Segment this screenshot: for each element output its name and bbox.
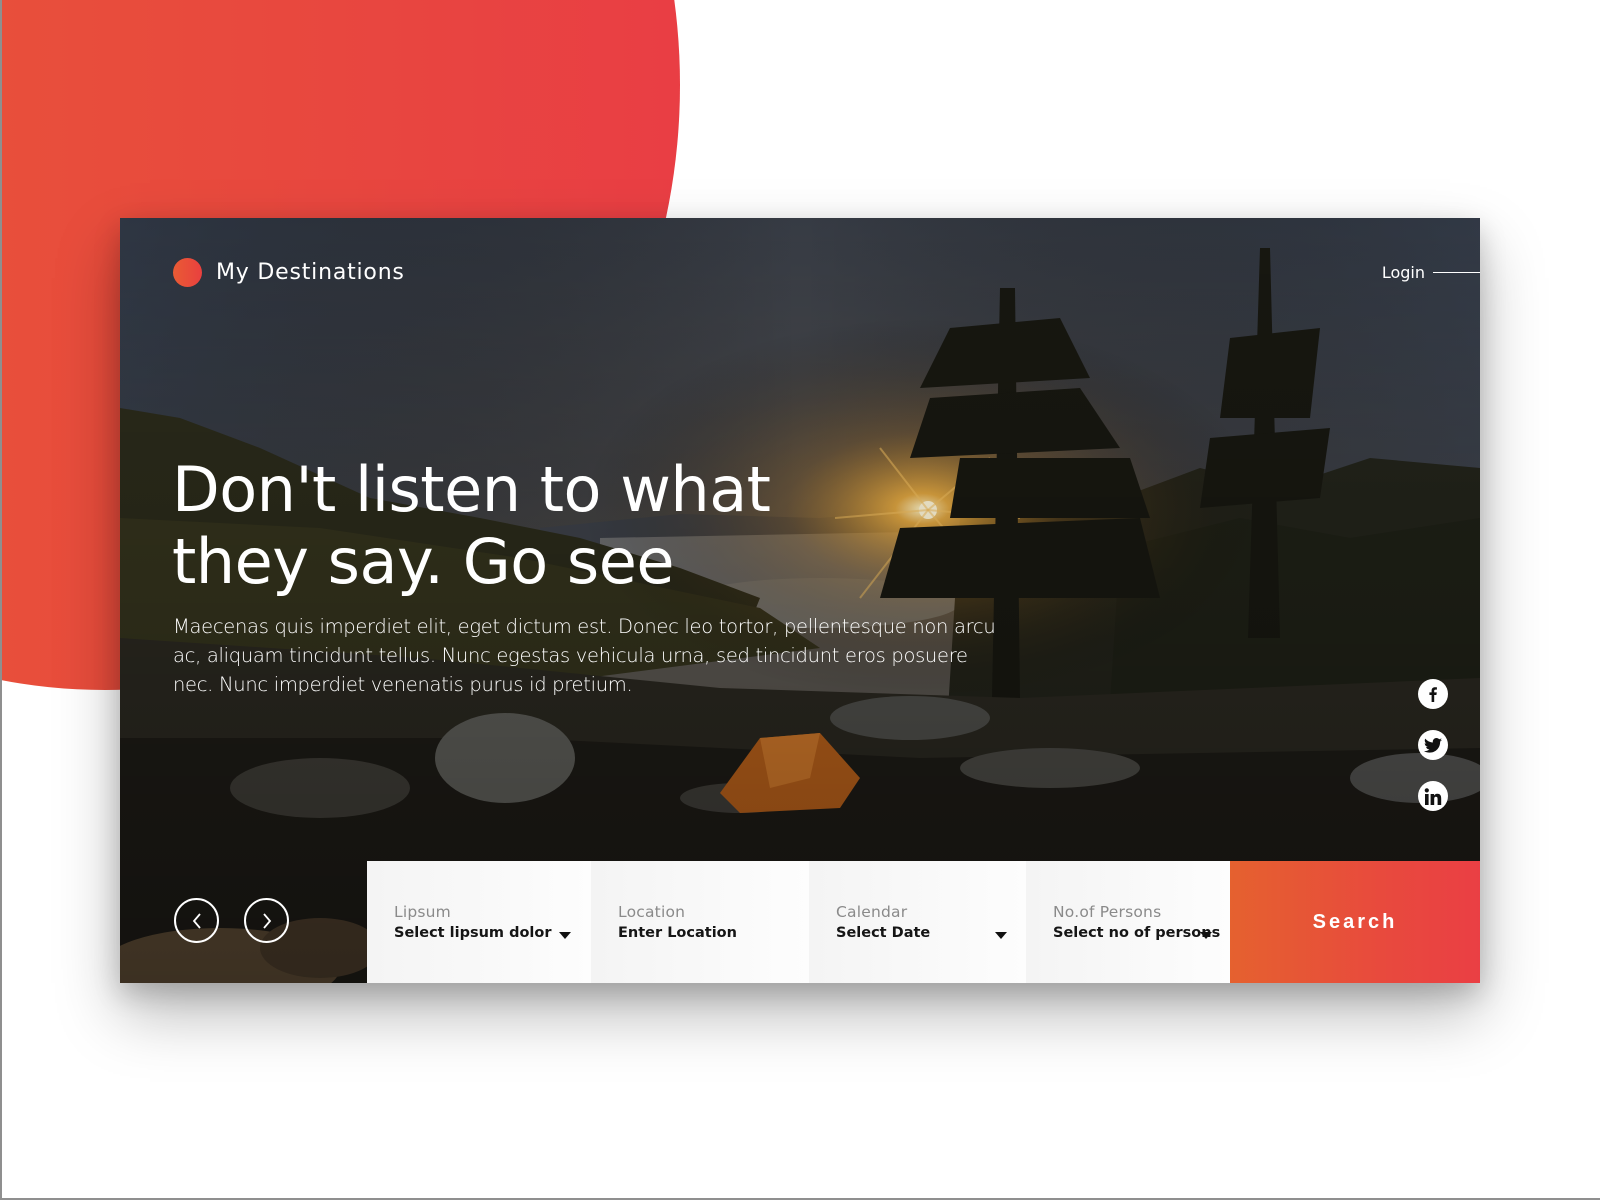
brand-name: My Destinations	[216, 260, 405, 285]
login-underline-decoration	[1433, 271, 1480, 274]
login-link[interactable]: Login	[1382, 263, 1480, 282]
hero-card: My Destinations Login Don't listen to wh…	[120, 218, 1480, 983]
facebook-link[interactable]	[1418, 679, 1448, 709]
facebook-icon	[1429, 687, 1437, 702]
hero-headline-line-1: Don't listen to what	[172, 453, 771, 526]
lipsum-select[interactable]: Lipsum Select lipsum dolor	[367, 861, 591, 983]
location-value: Enter Location	[618, 925, 737, 941]
hero-headline-line-2: they say. Go see	[172, 525, 675, 598]
calendar-select[interactable]: Calendar Select Date	[809, 861, 1026, 983]
linkedin-icon	[1424, 787, 1442, 805]
social-links	[1418, 679, 1448, 811]
brand-dot-icon	[173, 258, 202, 287]
persons-select[interactable]: No.of Persons Select no of persons	[1026, 861, 1230, 983]
persons-label: No.of Persons	[1053, 903, 1162, 921]
linkedin-link[interactable]	[1418, 781, 1448, 811]
chevron-left-icon	[192, 912, 201, 929]
hero-headline: Don't listen to what they say. Go see	[172, 454, 892, 598]
calendar-label: Calendar	[836, 903, 908, 921]
caret-down-icon	[1200, 932, 1212, 939]
search-button-label: Search	[1312, 910, 1398, 933]
search-button[interactable]: Search	[1230, 861, 1480, 983]
lipsum-label: Lipsum	[394, 903, 451, 921]
lipsum-value: Select lipsum dolor	[394, 925, 552, 941]
brand-logo[interactable]: My Destinations	[173, 258, 405, 287]
carousel-prev-button[interactable]	[174, 898, 219, 943]
location-input[interactable]: Location Enter Location	[591, 861, 809, 983]
search-bar: Lipsum Select lipsum dolor Location Ente…	[367, 861, 1480, 983]
twitter-icon	[1424, 737, 1442, 753]
twitter-link[interactable]	[1418, 730, 1448, 760]
caret-down-icon	[995, 932, 1007, 939]
calendar-value: Select Date	[836, 925, 931, 941]
carousel-controls	[174, 898, 289, 943]
carousel-next-button[interactable]	[244, 898, 289, 943]
location-label: Location	[618, 903, 686, 921]
chevron-right-icon	[262, 912, 271, 929]
hero-description: Maecenas quis imperdiet elit, eget dictu…	[173, 615, 996, 696]
login-label: Login	[1381, 263, 1425, 282]
persons-value: Select no of persons	[1053, 925, 1221, 941]
caret-down-icon	[559, 932, 571, 939]
